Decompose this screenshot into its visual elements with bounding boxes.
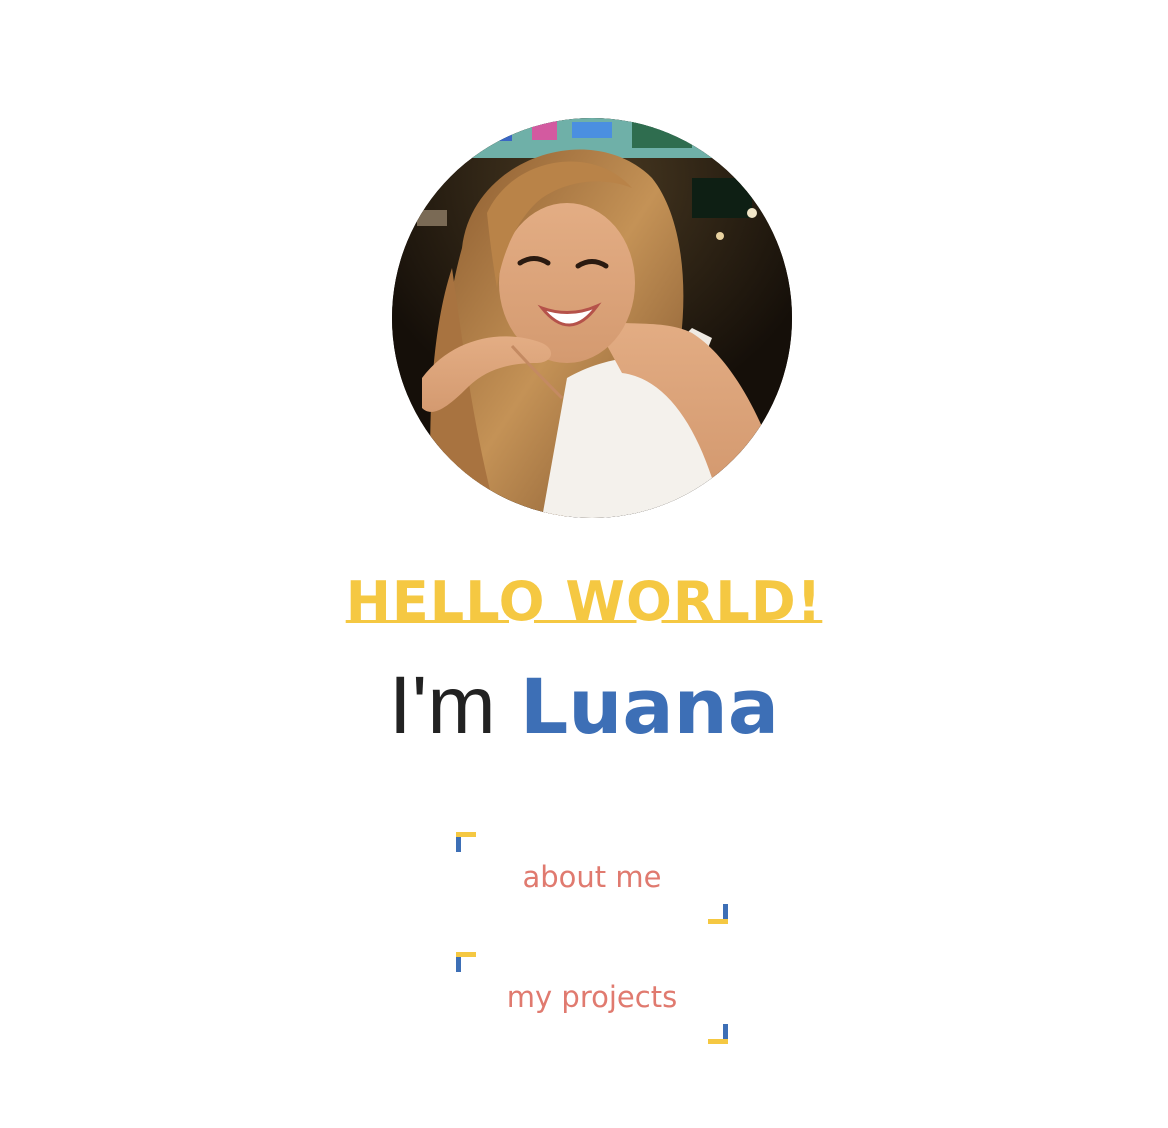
corner-accent — [456, 832, 476, 837]
corner-accent — [708, 1039, 728, 1044]
about-me-label: about me — [522, 860, 662, 894]
about-me-button[interactable]: about me — [456, 832, 728, 924]
corner-accent — [708, 919, 728, 924]
intro-prefix: I'm — [388, 660, 496, 751]
corner-accent — [456, 952, 476, 957]
intro-heading: I'm Luana — [0, 660, 1168, 753]
my-projects-label: my projects — [506, 980, 678, 1014]
my-projects-button[interactable]: my projects — [456, 952, 728, 1044]
profile-photo — [392, 118, 792, 518]
hello-heading: HELLO WORLD! — [345, 570, 823, 633]
intro-name: Luana — [519, 662, 780, 751]
